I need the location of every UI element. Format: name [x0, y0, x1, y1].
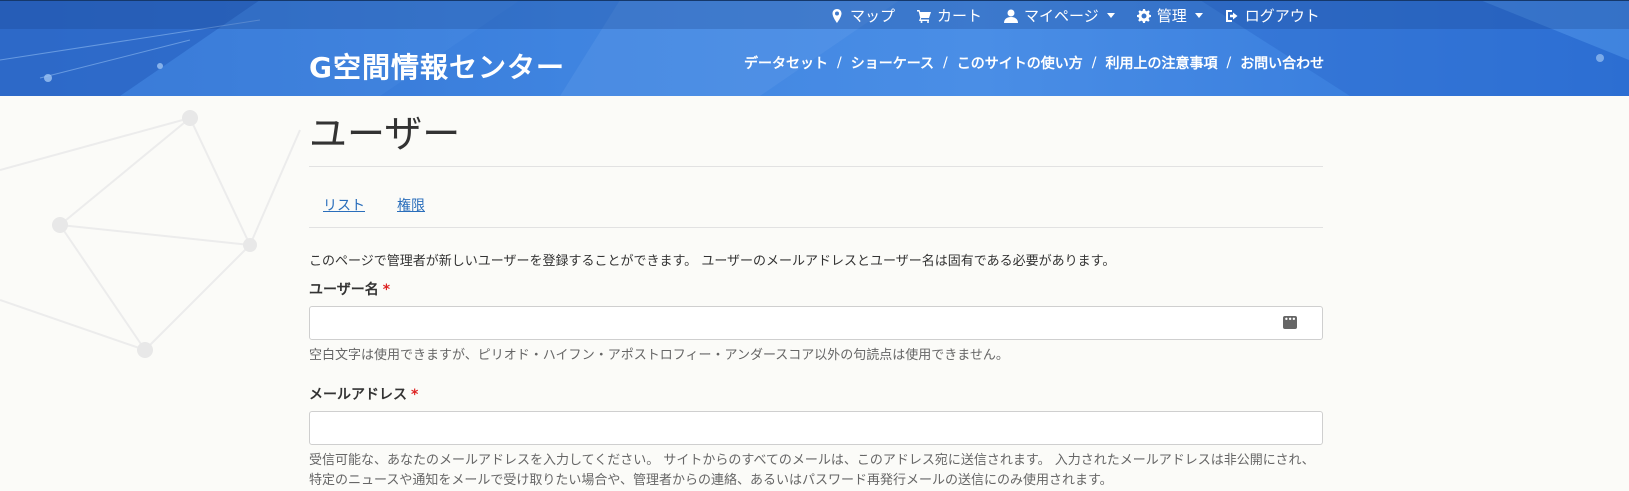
map-marker-icon	[832, 8, 842, 23]
site-header: マップ カート マイページ 管理 ログアウト G空間情報センター データセット …	[0, 0, 1629, 96]
tab-permissions[interactable]: 権限	[397, 195, 425, 227]
password-manager-icon[interactable]	[1283, 315, 1297, 329]
top-nav-map-label: マップ	[850, 7, 896, 25]
top-nav-logout-label: ログアウト	[1244, 7, 1320, 25]
logout-icon	[1225, 9, 1238, 22]
email-input[interactable]	[309, 411, 1323, 445]
nav-datasets[interactable]: データセット	[744, 53, 828, 73]
nav-how-to-use[interactable]: このサイトの使い方	[957, 53, 1083, 73]
username-label: ユーザー名 *	[309, 279, 1323, 299]
top-nav-map[interactable]: マップ	[830, 5, 895, 26]
main-navigation: データセット / ショーケース / このサイトの使い方 / 利用上の注意事項 /…	[744, 53, 1324, 73]
tab-list[interactable]: リスト	[323, 195, 365, 227]
top-nav-mypage-label: マイページ	[1024, 7, 1099, 25]
top-navigation: マップ カート マイページ 管理 ログアウト	[830, 5, 1320, 26]
site-logo[interactable]: G空間情報センター	[309, 46, 565, 86]
nav-separator: /	[1091, 55, 1097, 71]
username-input-wrapper	[309, 306, 1323, 340]
username-input[interactable]	[309, 306, 1323, 340]
top-nav-cart[interactable]: カート	[917, 5, 982, 26]
nav-contact[interactable]: お問い合わせ	[1240, 53, 1324, 73]
top-bar: マップ カート マイページ 管理 ログアウト	[0, 0, 1629, 29]
nav-separator: /	[943, 55, 948, 71]
intro-text: このページで管理者が新しいユーザーを登録することができます。 ユーザーのメールア…	[309, 254, 1116, 269]
user-icon	[1004, 9, 1019, 23]
top-nav-logout[interactable]: ログアウト	[1225, 5, 1320, 26]
nav-showcase[interactable]: ショーケース	[851, 53, 934, 73]
email-label: メールアドレス *	[309, 384, 1323, 404]
email-input-wrapper	[309, 411, 1323, 445]
page-title: ユーザー	[309, 112, 461, 156]
cart-icon	[917, 9, 932, 23]
email-help-text: 受信可能な、あなたのメールアドレスを入力してください。 サイトからのすべてのメー…	[309, 453, 1315, 488]
top-nav-cart-label: カート	[937, 7, 983, 25]
tab-divider	[309, 227, 1323, 228]
required-mark: *	[411, 387, 419, 403]
username-help-text: 空白文字は使用できますが、ピリオド・ハイフン・アポストロフィー・アンダースコア以…	[309, 348, 1009, 363]
username-label-text: ユーザー名	[309, 282, 379, 298]
email-label-text: メールアドレス	[309, 387, 407, 403]
tab-bar: リスト 権限	[309, 167, 1323, 227]
top-nav-admin-label: 管理	[1156, 7, 1187, 25]
chevron-down-icon	[1194, 13, 1203, 18]
main-content: ユーザー リスト 権限 このページで管理者が新しいユーザーを登録することができま…	[309, 96, 1323, 491]
top-nav-mypage[interactable]: マイページ	[1004, 5, 1115, 26]
chevron-down-icon	[1106, 13, 1115, 18]
nav-terms[interactable]: 利用上の注意事項	[1105, 53, 1217, 73]
nav-separator: /	[837, 55, 842, 71]
nav-separator: /	[1226, 55, 1232, 71]
required-mark: *	[382, 282, 391, 298]
gear-icon	[1136, 8, 1151, 23]
top-nav-admin[interactable]: 管理	[1136, 5, 1203, 26]
